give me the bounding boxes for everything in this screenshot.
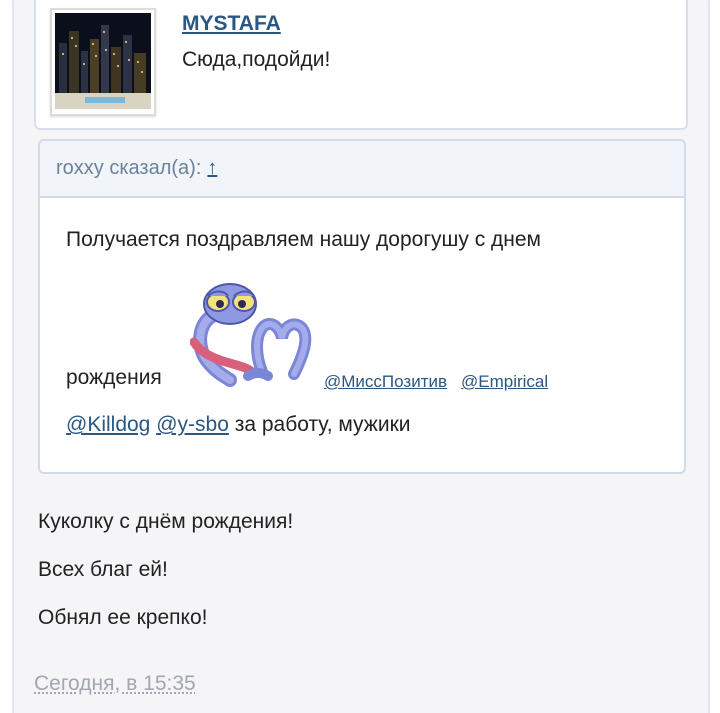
username-link[interactable]: MYSTAFA (182, 12, 281, 36)
quote-block: roxxy сказал(а): ↑ Получается поздравляе… (38, 139, 686, 474)
avatar[interactable] (50, 8, 156, 116)
quote-text-line-3: @Killdog @y-sbo за работу, мужики (66, 413, 410, 437)
city-night-avatar-image (55, 13, 151, 109)
user-status-text: Сюда,подойди! (182, 48, 331, 71)
mention-link-killdog[interactable]: @Killdog (66, 413, 150, 436)
message-line-3: Обнял ее крепко! (38, 606, 208, 629)
profile-card: MYSTAFA Сюда,подойди! (34, 0, 688, 130)
jump-to-quote-link[interactable]: ↑ (207, 157, 217, 180)
quote-author: roxxy сказал(а): (56, 157, 202, 179)
quote-text-line-2: рождения (66, 366, 162, 389)
heart-hands-monster-sticker-icon (190, 283, 312, 387)
mention-link-misspositiv[interactable]: @МиссПозитив (324, 372, 447, 392)
message-line-2: Всех благ ей! (38, 558, 168, 581)
message-line-1: Куколку с днём рождения! (38, 510, 294, 533)
quote-text-line-1: Получается поздравляем нашу дорогушу с д… (66, 228, 541, 251)
quote-header: roxxy сказал(а): ↑ (40, 141, 684, 198)
post-timestamp-link[interactable]: Сегодня, в 15:35 (34, 672, 196, 696)
quote-text-line-3-tail: за работу, мужики (228, 413, 411, 436)
mention-link-y-sbo[interactable]: @y-sbo (156, 413, 229, 436)
mention-link-empirical[interactable]: @Empirical (461, 372, 548, 392)
page: MYSTAFA Сюда,подойди! roxxy сказал(а): ↑… (0, 0, 720, 713)
